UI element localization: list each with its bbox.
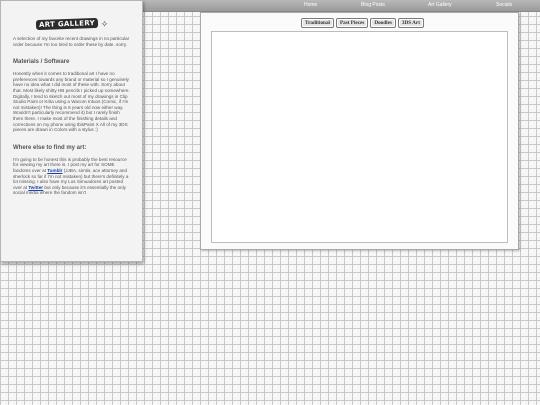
nav-art-gallery-link[interactable]: Art Gallery [428, 2, 452, 8]
nav-home-link[interactable]: Home [304, 2, 317, 8]
sparkle-icon: ✧ [100, 18, 109, 29]
nav-socials-link[interactable]: Socials [496, 2, 512, 8]
tab-traditional[interactable]: Traditional [301, 18, 334, 28]
art-gallery-logo: ART GALLERY ✧ [13, 17, 131, 31]
where-heading: Where else to find my art: [13, 144, 87, 151]
materials-heading: Materials / Software [13, 59, 70, 66]
tab-past-pieces[interactable]: Past Pieces [335, 18, 369, 28]
info-sidebar-panel: ART GALLERY ✧ A selection of my favorite… [0, 0, 143, 262]
tumblr-link[interactable]: Tumblr [47, 168, 62, 173]
logo-text: ART GALLERY [35, 17, 98, 31]
intro-text: A selection of my favorite recent drawin… [13, 36, 130, 47]
twitter-link[interactable]: Twitter [28, 185, 43, 190]
gallery-viewer-frame[interactable] [211, 31, 508, 243]
where-text: I'm going to be honest this is probably … [13, 157, 131, 196]
tab-3ds-art[interactable]: 3DS Art [397, 18, 424, 28]
gallery-panel: Traditional Past Pieces Doodles 3DS Art [200, 12, 519, 250]
tab-doodles[interactable]: Doodles [370, 18, 396, 28]
gallery-tabs: Traditional Past Pieces Doodles 3DS Art [301, 18, 424, 28]
sidebar-scroll-area[interactable]: ART GALLERY ✧ A selection of my favorite… [13, 17, 131, 233]
materials-text: Honestly when it comes to traditional ar… [13, 71, 130, 133]
nav-blog-posts-link[interactable]: Blog Posts [361, 2, 385, 8]
top-navigation-bar: Home Blog Posts Art Gallery Socials [143, 0, 540, 12]
